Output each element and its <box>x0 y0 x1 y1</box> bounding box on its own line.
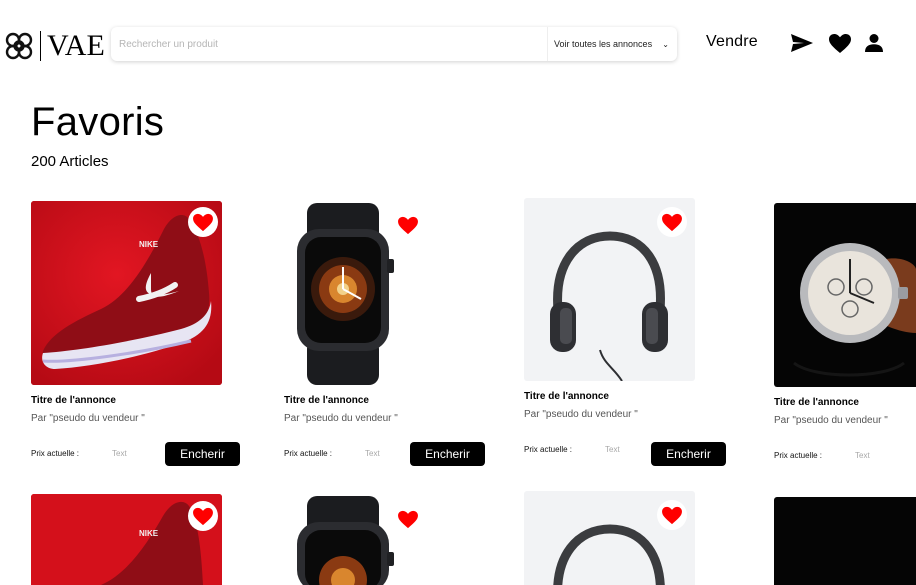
product-seller[interactable]: Par "pseudo du vendeur " <box>284 413 398 424</box>
favorite-toggle[interactable] <box>188 207 218 237</box>
sell-link[interactable]: Vendre <box>706 33 758 51</box>
heart-icon <box>398 510 418 528</box>
category-select-value: Voir toutes les annonces <box>554 39 653 49</box>
heart-icon <box>193 507 213 525</box>
logo[interactable]: VAE <box>4 28 105 64</box>
product-title[interactable]: Titre de l'annonce <box>31 395 116 406</box>
product-title[interactable]: Titre de l'annonce <box>524 391 609 402</box>
search-bar: Voir toutes les annonces ⌄ <box>111 27 677 61</box>
search-input[interactable] <box>111 29 541 59</box>
product-seller[interactable]: Par "pseudo du vendeur " <box>31 413 145 424</box>
favorite-toggle[interactable] <box>393 210 423 240</box>
price-value: Text <box>112 449 127 458</box>
header: VAE Voir toutes les annonces ⌄ Vendre <box>0 0 916 90</box>
price-value: Text <box>365 449 380 458</box>
product-image-wristwatch[interactable] <box>774 203 916 387</box>
bid-button[interactable]: Encherir <box>410 442 485 466</box>
heart-icon <box>829 33 851 53</box>
user-icon <box>865 34 883 52</box>
price-value: Text <box>605 445 620 454</box>
account-button[interactable] <box>862 32 886 54</box>
product-image-wristwatch[interactable] <box>774 497 916 585</box>
product-seller[interactable]: Par "pseudo du vendeur " <box>774 415 888 426</box>
article-count: 200 Articles <box>31 153 109 170</box>
svg-text:NIKE: NIKE <box>139 529 159 538</box>
heart-icon <box>193 213 213 231</box>
favorite-toggle[interactable] <box>657 207 687 237</box>
heart-icon <box>662 506 682 524</box>
wristwatch-illustration <box>793 243 916 377</box>
price-label: Prix actuelle : <box>774 451 823 460</box>
favorites-page: VAE Voir toutes les annonces ⌄ Vendre <box>0 0 916 585</box>
send-button[interactable] <box>790 32 814 54</box>
logo-text: VAE <box>47 29 105 62</box>
price-label: Prix actuelle : <box>31 449 80 458</box>
price-value: Text <box>855 451 870 460</box>
favorite-toggle[interactable] <box>657 500 687 530</box>
page-title: Favoris <box>31 100 165 144</box>
send-icon <box>791 34 813 52</box>
favorite-toggle[interactable] <box>393 504 423 534</box>
favorites-button[interactable] <box>828 32 852 54</box>
category-select[interactable]: Voir toutes les annonces ⌄ <box>547 27 677 61</box>
chevron-down-icon: ⌄ <box>662 40 669 49</box>
product-seller[interactable]: Par "pseudo du vendeur " <box>524 409 638 420</box>
svg-text:NIKE: NIKE <box>139 240 159 249</box>
heart-icon <box>662 213 682 231</box>
favorite-toggle[interactable] <box>188 501 218 531</box>
logo-knot-icon <box>5 32 33 60</box>
heart-icon <box>398 216 418 234</box>
logo-separator <box>40 31 41 61</box>
product-title[interactable]: Titre de l'annonce <box>774 397 859 408</box>
bid-button[interactable]: Encherir <box>165 442 240 466</box>
price-label: Prix actuelle : <box>524 445 573 454</box>
product-title[interactable]: Titre de l'annonce <box>284 395 369 406</box>
bid-button[interactable]: Encherir <box>651 442 726 466</box>
price-label: Prix actuelle : <box>284 449 333 458</box>
